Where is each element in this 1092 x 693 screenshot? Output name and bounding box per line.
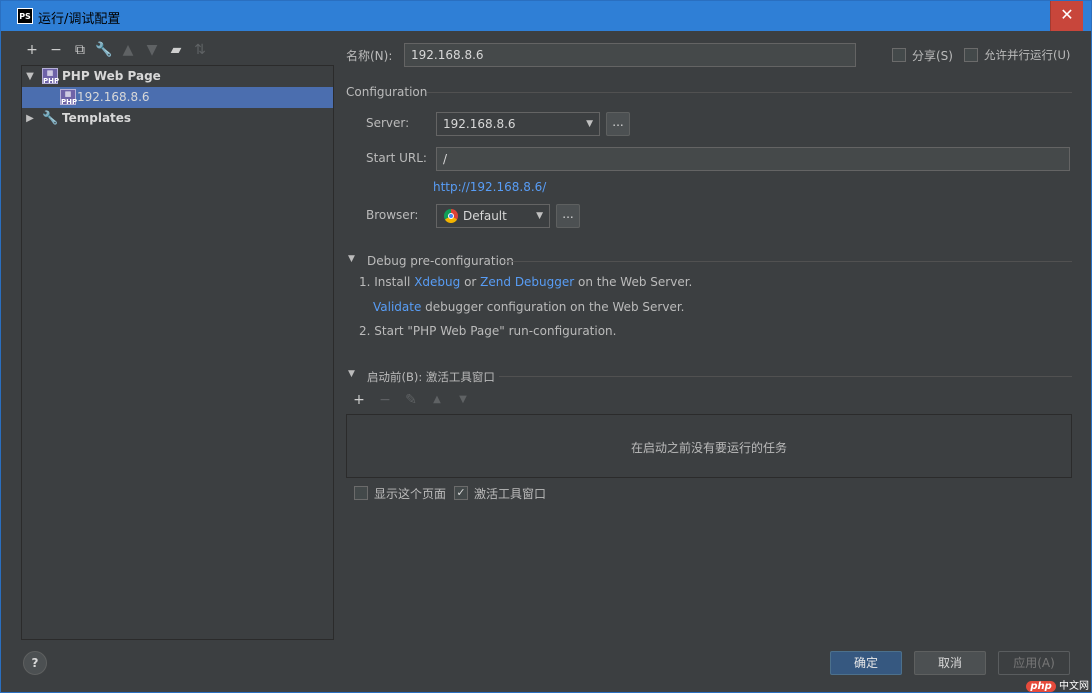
- debug-validate-line: Validate debugger configuration on the W…: [373, 300, 685, 314]
- server-label: Server:: [366, 116, 410, 130]
- zend-debugger-link[interactable]: Zend Debugger: [480, 275, 574, 289]
- start-url-label: Start URL:: [366, 151, 427, 165]
- activate-tool-window-checkbox[interactable]: ✓: [454, 486, 468, 500]
- debug-step-1-suffix: on the Web Server.: [574, 275, 693, 289]
- copy-icon[interactable]: ⧉: [71, 41, 89, 59]
- start-url-input[interactable]: /: [436, 147, 1070, 171]
- arrow-down-icon[interactable]: ▼: [143, 41, 161, 59]
- xdebug-link[interactable]: Xdebug: [414, 275, 460, 289]
- templates-label: Templates: [62, 111, 132, 125]
- cancel-button[interactable]: 取消: [914, 651, 986, 675]
- section-divider: [499, 376, 1072, 377]
- folder-add-icon[interactable]: ▰: [167, 41, 185, 59]
- apply-button[interactable]: 应用(A): [998, 651, 1070, 675]
- sort-icon[interactable]: ⇅: [191, 41, 209, 59]
- allow-parallel-label: 允许并行运行(U): [984, 48, 1071, 62]
- debug-or-text: or: [460, 275, 481, 289]
- watermark-badge: php: [1026, 681, 1056, 692]
- browser-select[interactable]: Default ▼: [436, 204, 550, 228]
- tree-group-label: PHP Web Page: [62, 69, 161, 83]
- before-launch-section-title: 启动前(B): 激活工具窗口: [367, 370, 495, 384]
- watermark: php 中文网: [1026, 677, 1089, 692]
- name-input[interactable]: 192.168.8.6: [404, 43, 856, 67]
- run-debug-config-dialog: PS 运行/调试配置 ✕ + − ⧉ 🔧 ▲ ▼ ▰ ⇅ ▼ ▦ PHP PHP Web Pag…: [0, 0, 1092, 693]
- chrome-icon: [444, 209, 458, 223]
- add-task-icon[interactable]: +: [350, 391, 368, 409]
- tree-group-templates[interactable]: ▶ 🔧 Templates: [22, 108, 333, 129]
- debug-step-1: 1. Install Xdebug or Zend Debugger on th…: [359, 275, 692, 289]
- configuration-section-title: Configuration: [346, 85, 428, 99]
- show-page-label: 显示这个页面: [374, 487, 447, 501]
- section-divider: [427, 92, 1072, 93]
- browser-browse-button[interactable]: ...: [556, 204, 580, 228]
- plus-icon[interactable]: +: [23, 41, 41, 59]
- php-web-page-icon: ▦ PHP: [42, 68, 60, 85]
- chevron-down-icon: ▼: [586, 119, 593, 129]
- php-web-page-icon: ▦ PHP: [60, 89, 78, 106]
- phpstorm-app-icon: PS: [17, 8, 33, 24]
- before-launch-tasks-list: 在启动之前没有要运行的任务: [346, 414, 1072, 478]
- left-toolbar: + − ⧉ 🔧 ▲ ▼ ▰ ⇅: [23, 41, 333, 61]
- browser-select-value: Default: [463, 209, 507, 223]
- validate-link[interactable]: Validate: [373, 300, 421, 314]
- debug-section-title: Debug pre-configuration: [367, 254, 514, 268]
- debug-step-1-prefix: 1. Install: [359, 275, 415, 289]
- debug-step-2: 2. Start "PHP Web Page" run-configuratio…: [359, 324, 617, 338]
- arrow-up-icon[interactable]: ▲: [119, 41, 137, 59]
- edit-task-icon[interactable]: ✎: [402, 391, 420, 409]
- move-up-icon[interactable]: ▲: [428, 391, 446, 409]
- watermark-text: 中文网: [1059, 681, 1089, 692]
- server-browse-button[interactable]: ...: [606, 112, 630, 136]
- config-tree: ▼ ▦ PHP PHP Web Page ▦ PHP 192.168.8.6 ▶ 🔧…: [21, 65, 334, 640]
- chevron-down-icon: ▼: [536, 211, 543, 221]
- window-title: 运行/调试配置: [38, 12, 121, 27]
- url-preview-link[interactable]: http://192.168.8.6/: [433, 180, 546, 194]
- browser-label: Browser:: [366, 208, 419, 222]
- empty-tasks-text: 在启动之前没有要运行的任务: [631, 441, 788, 455]
- dialog-content: + − ⧉ 🔧 ▲ ▼ ▰ ⇅ ▼ ▦ PHP PHP Web Page ▦ PHP 192.16…: [9, 31, 1084, 687]
- validate-suffix: debugger configuration on the Web Server…: [421, 300, 685, 314]
- show-page-checkbox[interactable]: [354, 486, 368, 500]
- expand-arrow-icon[interactable]: ▼: [24, 66, 36, 87]
- title-bar: PS 运行/调试配置 ✕: [1, 1, 1091, 31]
- help-button[interactable]: ?: [23, 651, 47, 675]
- close-button[interactable]: ✕: [1050, 1, 1083, 31]
- server-select-value: 192.168.8.6: [443, 117, 516, 131]
- tree-item-config[interactable]: ▦ PHP 192.168.8.6: [22, 87, 333, 108]
- name-label: 名称(N):: [346, 49, 393, 63]
- share-label: 分享(S): [912, 49, 953, 63]
- minus-icon[interactable]: −: [47, 41, 65, 59]
- activate-tool-window-label: 激活工具窗口: [474, 487, 547, 501]
- remove-task-icon[interactable]: −: [376, 391, 394, 409]
- wrench-icon[interactable]: 🔧: [95, 41, 113, 59]
- allow-parallel-checkbox[interactable]: [964, 48, 978, 62]
- server-select[interactable]: 192.168.8.6 ▼: [436, 112, 600, 136]
- move-down-icon[interactable]: ▼: [454, 391, 472, 409]
- tree-item-label: 192.168.8.6: [77, 90, 150, 104]
- collapse-triangle-icon[interactable]: ▼: [348, 254, 355, 264]
- collapse-triangle-icon[interactable]: ▼: [348, 369, 355, 379]
- ok-button[interactable]: 确定: [830, 651, 902, 675]
- share-checkbox[interactable]: [892, 48, 906, 62]
- section-divider: [505, 261, 1072, 262]
- tree-group-php-web-page[interactable]: ▼ ▦ PHP PHP Web Page: [22, 66, 333, 87]
- wrench-icon: 🔧: [42, 111, 59, 126]
- collapse-arrow-icon[interactable]: ▶: [24, 108, 36, 129]
